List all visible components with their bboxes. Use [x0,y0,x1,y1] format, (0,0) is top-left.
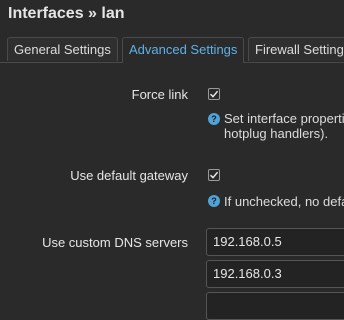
custom-dns-label: Use custom DNS servers [42,235,188,250]
force-link-help-line1: Set interface properti [224,111,344,126]
page-title: Interfaces » lan [8,5,125,22]
default-gateway-checkbox[interactable] [208,169,220,181]
help-icon: ? [208,195,220,207]
checkmark-icon [209,171,219,179]
force-link-help-text: Set interface properti hotplug handlers)… [224,111,344,141]
help-icon: ? [208,113,220,125]
custom-dns-input-3[interactable] [206,292,344,320]
force-link-label: Force link [131,87,188,102]
tab-general-settings[interactable]: General Settings [7,37,118,61]
tab-firewall-settings[interactable]: Firewall Settings [248,37,344,61]
tab-bar: General Settings Advanced Settings Firew… [0,37,344,63]
checkmark-icon [209,90,219,98]
custom-dns-input-1[interactable]: 192.168.0.5 [206,228,344,256]
default-gateway-label: Use default gateway [70,168,188,183]
custom-dns-input-2[interactable]: 192.168.0.3 [206,260,344,288]
force-link-help-line2: hotplug handlers). [224,126,329,141]
force-link-checkbox[interactable] [208,88,220,100]
tab-advanced-settings[interactable]: Advanced Settings [122,37,244,63]
default-gateway-help-text: If unchecked, no defa [224,194,344,209]
